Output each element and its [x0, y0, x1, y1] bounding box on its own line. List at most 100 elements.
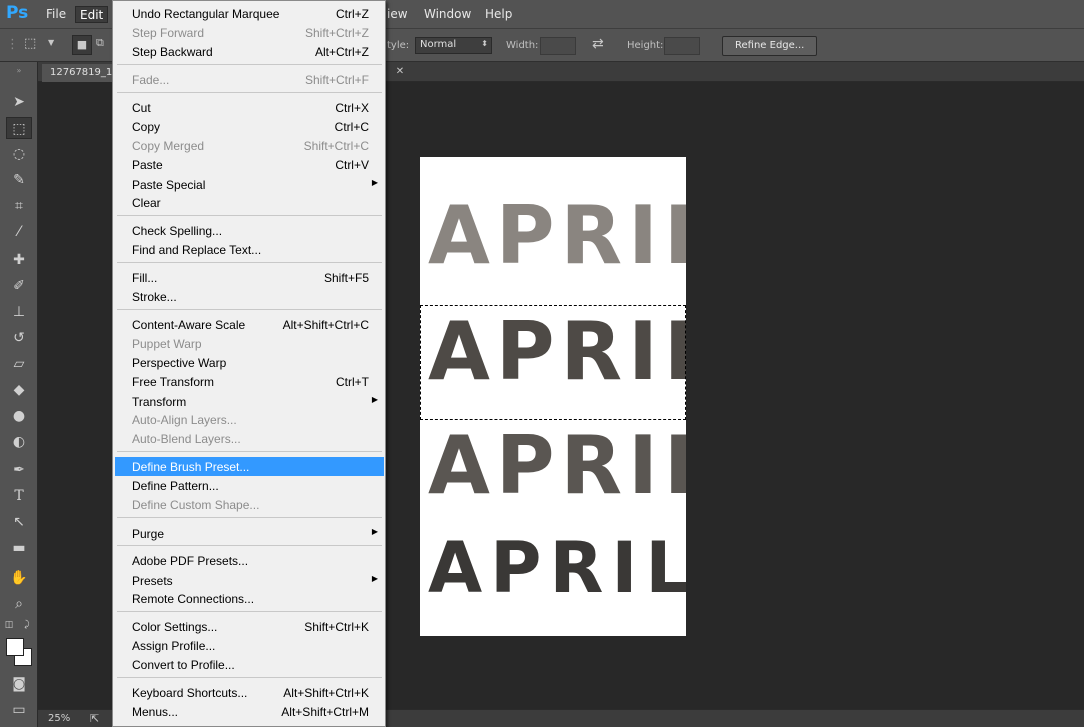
menu-item-check-spelling[interactable]: Check Spelling...: [115, 221, 384, 240]
submenu-arrow-icon: ▶: [371, 574, 378, 583]
menu-item-cut[interactable]: Cut Ctrl+X: [115, 98, 384, 117]
crop-tool-icon[interactable]: ⌗: [6, 195, 32, 217]
menu-view[interactable]: iew: [383, 6, 412, 23]
menu-item-define-brush-preset[interactable]: Define Brush Preset...: [115, 457, 384, 476]
clone-stamp-tool-icon[interactable]: ⊥: [6, 301, 32, 323]
width-input[interactable]: [540, 37, 576, 55]
menu-item-purge[interactable]: Purge ▶: [115, 524, 384, 543]
menu-item-copy[interactable]: Copy Ctrl+C: [115, 117, 384, 136]
menu-item-find-replace[interactable]: Find and Replace Text...: [115, 240, 384, 259]
menu-edit[interactable]: Edit: [75, 6, 109, 23]
menu-item-clear[interactable]: Clear: [115, 193, 384, 212]
style-select[interactable]: Normal ⬍: [415, 37, 492, 54]
menu-item-paste-special[interactable]: Paste Special ▶: [115, 175, 384, 194]
artwork-april-3: APRIL: [428, 419, 686, 512]
eyedropper-tool-icon[interactable]: ⁄: [6, 221, 32, 243]
menu-item-define-pattern[interactable]: Define Pattern...: [115, 476, 384, 495]
menu-separator: [117, 677, 382, 678]
dodge-tool-icon[interactable]: ◐: [6, 431, 32, 453]
swap-colors-icon[interactable]: ⤸: [20, 618, 34, 632]
menu-separator: [117, 309, 382, 310]
move-tool-icon[interactable]: ➤: [6, 91, 32, 113]
menu-item-adobe-pdf-presets[interactable]: Adobe PDF Presets...: [115, 551, 384, 570]
lasso-tool-icon[interactable]: ◌: [6, 143, 32, 165]
photoshop-logo: Ps: [6, 3, 29, 23]
edit-menu: Undo Rectangular Marquee Ctrl+Z Step Forw…: [112, 0, 386, 727]
height-label: Height:: [627, 40, 664, 51]
swap-icon[interactable]: ⇄: [592, 36, 604, 52]
quick-mask-icon[interactable]: ◙: [6, 673, 32, 695]
document-tab[interactable]: 12767819_1: [42, 64, 121, 82]
foreground-color-swatch[interactable]: [6, 638, 24, 656]
new-selection-icon[interactable]: ■: [72, 35, 92, 55]
submenu-arrow-icon: ▶: [371, 178, 378, 187]
submenu-arrow-icon: ▶: [371, 527, 378, 536]
menu-item-auto-blend[interactable]: Auto-Blend Layers...: [115, 429, 384, 448]
menu-item-puppet-warp[interactable]: Puppet Warp: [115, 334, 384, 353]
menu-separator: [117, 215, 382, 216]
refine-edge-button[interactable]: Refine Edge...: [722, 36, 818, 56]
menu-item-undo[interactable]: Undo Rectangular Marquee Ctrl+Z: [115, 4, 384, 23]
grip-icon: ⋮: [6, 37, 19, 52]
hand-tool-icon[interactable]: ✋: [6, 567, 32, 589]
menu-item-fade[interactable]: Fade... Shift+Ctrl+F: [115, 70, 384, 89]
rectangle-tool-icon[interactable]: ▬: [6, 537, 32, 559]
blur-tool-icon[interactable]: ●: [6, 405, 32, 427]
quick-selection-tool-icon[interactable]: ✎: [6, 169, 32, 191]
submenu-arrow-icon: ▶: [371, 395, 378, 404]
menu-item-copy-merged[interactable]: Copy Merged Shift+Ctrl+C: [115, 136, 384, 155]
eraser-tool-icon[interactable]: ▱: [6, 353, 32, 375]
menu-item-convert-to-profile[interactable]: Convert to Profile...: [115, 655, 384, 674]
menu-separator: [117, 262, 382, 263]
height-input[interactable]: [664, 37, 700, 55]
menu-file[interactable]: File: [42, 6, 70, 23]
type-tool-icon[interactable]: T: [6, 485, 32, 507]
artwork-april-4: APRIL: [428, 527, 686, 609]
menu-item-presets[interactable]: Presets ▶: [115, 571, 384, 590]
menu-item-content-aware-scale[interactable]: Content-Aware Scale Alt+Shift+Ctrl+C: [115, 315, 384, 334]
path-selection-tool-icon[interactable]: ↖: [6, 511, 32, 533]
default-colors-icon[interactable]: ◫: [2, 618, 16, 632]
toolbox: » ➤ ⬚ ◌ ✎ ⌗ ⁄ ✚ ✐ ⊥ ↺ ▱ ◆ ● ◐ ✒ T ↖ ▬ ✋ …: [0, 62, 38, 727]
menu-item-menus[interactable]: Menus... Alt+Shift+Ctrl+M: [115, 702, 384, 721]
menu-item-fill[interactable]: Fill... Shift+F5: [115, 268, 384, 287]
brush-tool-icon[interactable]: ✐: [6, 275, 32, 297]
menu-item-step-backward[interactable]: Step Backward Alt+Ctrl+Z: [115, 42, 384, 61]
menu-item-define-custom-shape[interactable]: Define Custom Shape...: [115, 495, 384, 514]
menu-item-auto-align[interactable]: Auto-Align Layers...: [115, 410, 384, 429]
menu-separator: [117, 545, 382, 546]
marquee-preset-icon[interactable]: ⬚: [24, 36, 36, 51]
zoom-level[interactable]: 25%: [48, 713, 70, 724]
rectangular-marquee-tool-icon[interactable]: ⬚: [6, 117, 32, 139]
chevron-down-icon[interactable]: ▼: [48, 38, 54, 47]
close-icon[interactable]: ✕: [392, 64, 408, 80]
menu-window[interactable]: Window: [420, 6, 475, 23]
menu-item-stroke[interactable]: Stroke...: [115, 287, 384, 306]
menu-item-color-settings[interactable]: Color Settings... Shift+Ctrl+K: [115, 617, 384, 636]
menu-item-free-transform[interactable]: Free Transform Ctrl+T: [115, 372, 384, 391]
selection-marquee: [420, 305, 686, 420]
menu-item-transform[interactable]: Transform ▶: [115, 392, 384, 411]
toolbox-collapse-icon[interactable]: »: [6, 67, 32, 75]
menu-separator: [117, 611, 382, 612]
select-arrows-icon: ⬍: [481, 39, 488, 48]
menu-item-assign-profile[interactable]: Assign Profile...: [115, 636, 384, 655]
menu-item-remote-connections[interactable]: Remote Connections...: [115, 589, 384, 608]
paint-bucket-tool-icon[interactable]: ◆: [6, 379, 32, 401]
pen-tool-icon[interactable]: ✒: [6, 459, 32, 481]
menu-separator: [117, 64, 382, 65]
menu-separator: [117, 451, 382, 452]
history-brush-tool-icon[interactable]: ↺: [6, 327, 32, 349]
screen-mode-icon[interactable]: ▭: [6, 699, 32, 721]
zoom-tool-icon[interactable]: ⌕: [6, 593, 32, 615]
menu-item-paste[interactable]: Paste Ctrl+V: [115, 155, 384, 174]
export-icon[interactable]: ⇱: [90, 712, 99, 725]
healing-brush-tool-icon[interactable]: ✚: [6, 249, 32, 271]
menu-help[interactable]: Help: [481, 6, 516, 23]
menu-item-keyboard-shortcuts[interactable]: Keyboard Shortcuts... Alt+Shift+Ctrl+K: [115, 683, 384, 702]
artwork-april-1: APRIL: [428, 189, 686, 282]
style-label: tyle:: [387, 40, 410, 51]
menu-item-perspective-warp[interactable]: Perspective Warp: [115, 353, 384, 372]
menu-item-step-forward[interactable]: Step Forward Shift+Ctrl+Z: [115, 23, 384, 42]
add-selection-icon[interactable]: ⧉: [96, 36, 104, 50]
